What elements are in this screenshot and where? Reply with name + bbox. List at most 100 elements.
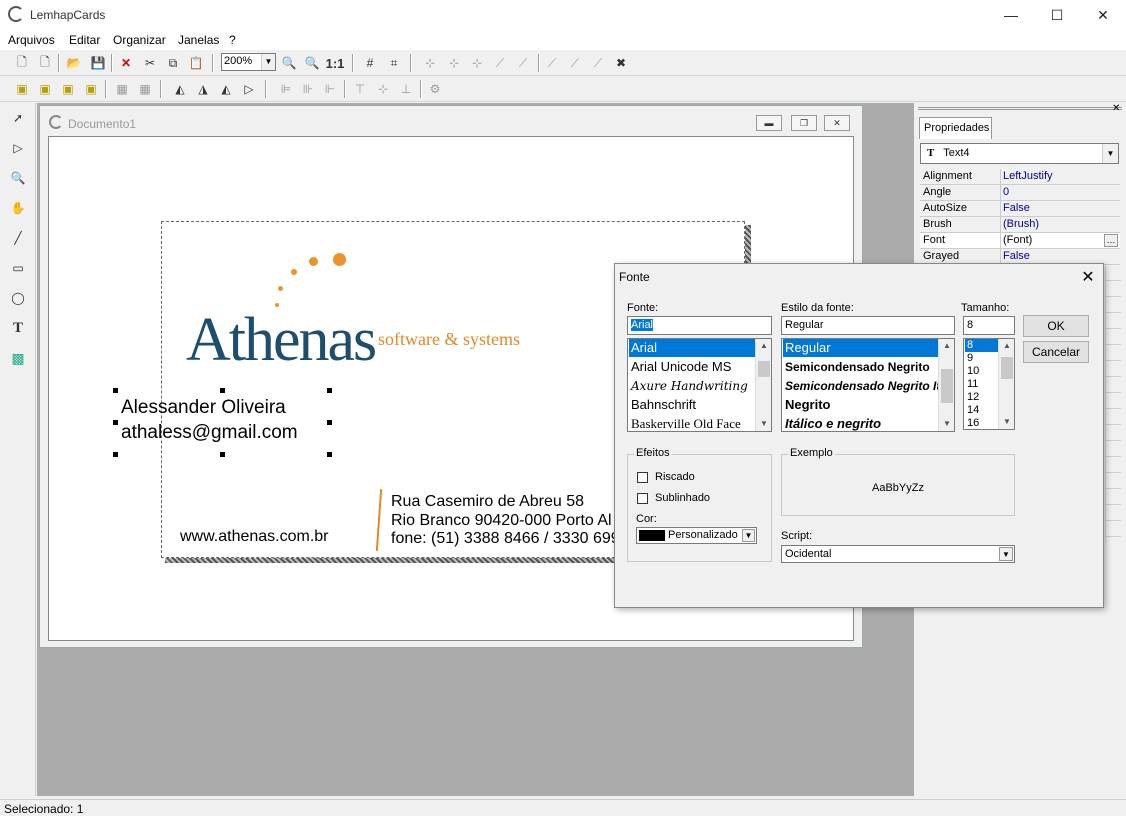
property-row-font[interactable]: Font (Font)… xyxy=(920,233,1120,249)
ungroup-icon[interactable]: ▦ xyxy=(135,79,155,99)
align-left-icon[interactable]: ⊫ xyxy=(276,79,296,99)
open-icon[interactable]: 📂 xyxy=(64,53,84,73)
align-middle-icon[interactable]: ⊹ xyxy=(373,79,393,99)
style-item[interactable]: Negrito xyxy=(783,396,939,414)
style-item-selected[interactable]: Regular xyxy=(783,339,939,357)
underline-checkbox[interactable] xyxy=(637,493,648,504)
dialog-close-icon[interactable]: ✕ xyxy=(1077,267,1099,287)
align-right-icon[interactable]: ⊩ xyxy=(320,79,340,99)
menu-arquivos[interactable]: Arquivos xyxy=(8,33,55,47)
rectangle-tool-icon[interactable]: ▭ xyxy=(8,258,28,278)
color-select[interactable]: Personalizado ▼ xyxy=(636,527,757,544)
align-h-icon[interactable]: ⊹ xyxy=(420,53,440,73)
doc-close-button[interactable]: ✕ xyxy=(824,115,850,131)
font-item-selected[interactable]: Arial xyxy=(629,339,757,357)
menu-editar[interactable]: Editar xyxy=(69,33,100,47)
card-logo[interactable]: Athenas xyxy=(186,305,377,376)
menu-janelas[interactable]: Janelas xyxy=(178,33,219,47)
send-backward-icon[interactable]: ▣ xyxy=(81,79,101,99)
zoom-reset-button[interactable]: 1:1 xyxy=(325,53,345,73)
rotate-right-icon[interactable]: ◮ xyxy=(193,79,213,99)
save-icon[interactable]: 💾 xyxy=(88,53,108,73)
line-tool-icon[interactable]: ╱ xyxy=(8,228,28,248)
style-item[interactable]: Itálico e negrito xyxy=(783,415,939,431)
grid-icon[interactable]: # xyxy=(360,53,380,73)
card-address-line2[interactable]: Rio Branco 90420-000 Porto Al xyxy=(391,512,612,530)
size-item[interactable]: 14 xyxy=(965,404,999,417)
align-center-icon[interactable]: ⊪ xyxy=(298,79,318,99)
size-input[interactable]: 8 xyxy=(963,316,1015,335)
zoom-in-icon[interactable]: 🔍 xyxy=(279,53,299,73)
font-item[interactable]: Baskerville Old Face xyxy=(629,415,757,431)
card-address-line1[interactable]: Rua Casemiro de Abreu 58 xyxy=(391,493,584,511)
flip-v-icon[interactable]: ▷ xyxy=(239,79,259,99)
card-website-text[interactable]: www.athenas.com.br xyxy=(180,528,329,546)
property-row[interactable]: Brush (Brush) xyxy=(920,217,1120,233)
cut-icon[interactable]: ✂ xyxy=(140,53,160,73)
font-list-scrollbar[interactable]: ▲ ▼ xyxy=(755,339,771,431)
tab-propriedades[interactable]: Propriedades xyxy=(919,117,992,139)
style-list[interactable]: Regular Semicondensado Negrito Semiconde… xyxy=(781,338,955,432)
align-v-icon[interactable]: ⊹ xyxy=(444,53,464,73)
bring-front-icon[interactable]: ▣ xyxy=(12,79,32,99)
maximize-button[interactable]: ☐ xyxy=(1034,0,1080,30)
delete-icon[interactable]: ✕ xyxy=(116,53,136,73)
node-add-icon[interactable]: ⟋ xyxy=(565,53,585,73)
size-item[interactable]: 10 xyxy=(965,365,999,378)
send-back-icon[interactable]: ▣ xyxy=(35,79,55,99)
panel-grip[interactable] xyxy=(918,107,1122,110)
font-item[interactable]: Arial Unicode MS xyxy=(629,358,757,376)
card-name-text[interactable]: Alessander Oliveira xyxy=(121,397,286,419)
property-row[interactable]: AutoSize False xyxy=(920,201,1120,217)
property-row[interactable]: Alignment LeftJustify xyxy=(920,169,1120,185)
style-item[interactable]: Semicondensado Negrito xyxy=(783,358,939,376)
group-icon[interactable]: ▦ xyxy=(112,79,132,99)
close-button[interactable]: ✕ xyxy=(1080,0,1126,30)
node-close-icon[interactable]: ✖ xyxy=(611,53,631,73)
node-select-icon[interactable]: ▷ xyxy=(8,138,28,158)
paste-icon[interactable]: 📋 xyxy=(186,53,206,73)
size-item[interactable]: 11 xyxy=(965,378,999,391)
select-arrow-icon[interactable]: ➚ xyxy=(8,108,28,128)
doc-minimize-button[interactable]: ▬ xyxy=(756,115,782,131)
align-bottom-icon[interactable]: ⊥ xyxy=(396,79,416,99)
minimize-button[interactable]: — xyxy=(988,0,1034,30)
menu-organizar[interactable]: Organizar xyxy=(113,33,166,47)
ellipsis-button[interactable]: … xyxy=(1104,234,1118,247)
card-email-text[interactable]: athaless@gmail.com xyxy=(121,422,298,444)
image-tool-icon[interactable]: ▩ xyxy=(8,348,28,368)
size-item-selected[interactable]: 8 xyxy=(965,339,999,352)
selection-handle[interactable] xyxy=(220,452,225,457)
flip-h-icon[interactable]: ◭ xyxy=(216,79,236,99)
style-list-scrollbar[interactable]: ▲ ▼ xyxy=(938,339,954,431)
zoom-out-icon[interactable]: 🔍 xyxy=(302,53,322,73)
card-phone-line[interactable]: fone: (51) 3388 8466 / 3330 699 xyxy=(391,530,620,548)
selection-handle[interactable] xyxy=(220,388,225,393)
font-input[interactable]: Arial xyxy=(627,316,772,335)
zoom-tool-icon[interactable]: 🔍 xyxy=(8,168,28,188)
font-list[interactable]: Arial Arial Unicode MS Axure Handwriting… xyxy=(627,338,772,432)
card-tagline[interactable]: software & systems xyxy=(378,329,520,350)
selection-handle[interactable] xyxy=(113,452,118,457)
new-page-icon[interactable]: 🗋 xyxy=(35,53,55,73)
property-row[interactable]: Angle 0 xyxy=(920,185,1120,201)
size-item[interactable]: 16 xyxy=(965,417,999,429)
rotate-left-icon[interactable]: ◭ xyxy=(170,79,190,99)
line-icon[interactable]: ⟋ xyxy=(490,53,510,73)
text-tool-icon[interactable]: T xyxy=(8,318,28,338)
style-input[interactable]: Regular xyxy=(781,316,955,335)
selection-handle[interactable] xyxy=(327,420,332,425)
script-select[interactable]: Ocidental ▼ xyxy=(781,545,1015,563)
font-item[interactable]: Axure Handwriting xyxy=(629,377,757,395)
ok-button[interactable]: OK xyxy=(1023,315,1089,337)
font-item[interactable]: Bahnschrift xyxy=(629,396,757,414)
align-top-icon[interactable]: ⊤ xyxy=(350,79,370,99)
selection-handle[interactable] xyxy=(113,388,118,393)
snap-icon[interactable]: ⌗ xyxy=(384,53,404,73)
style-item[interactable]: Semicondensado Negrito Itálic xyxy=(783,377,939,395)
curve-icon[interactable]: ⟋ xyxy=(513,53,533,73)
doc-restore-button[interactable]: ❐ xyxy=(791,115,817,131)
cancel-button[interactable]: Cancelar xyxy=(1023,341,1089,363)
panel-close-icon[interactable]: ✕ xyxy=(1112,103,1120,114)
selection-handle[interactable] xyxy=(113,420,118,425)
